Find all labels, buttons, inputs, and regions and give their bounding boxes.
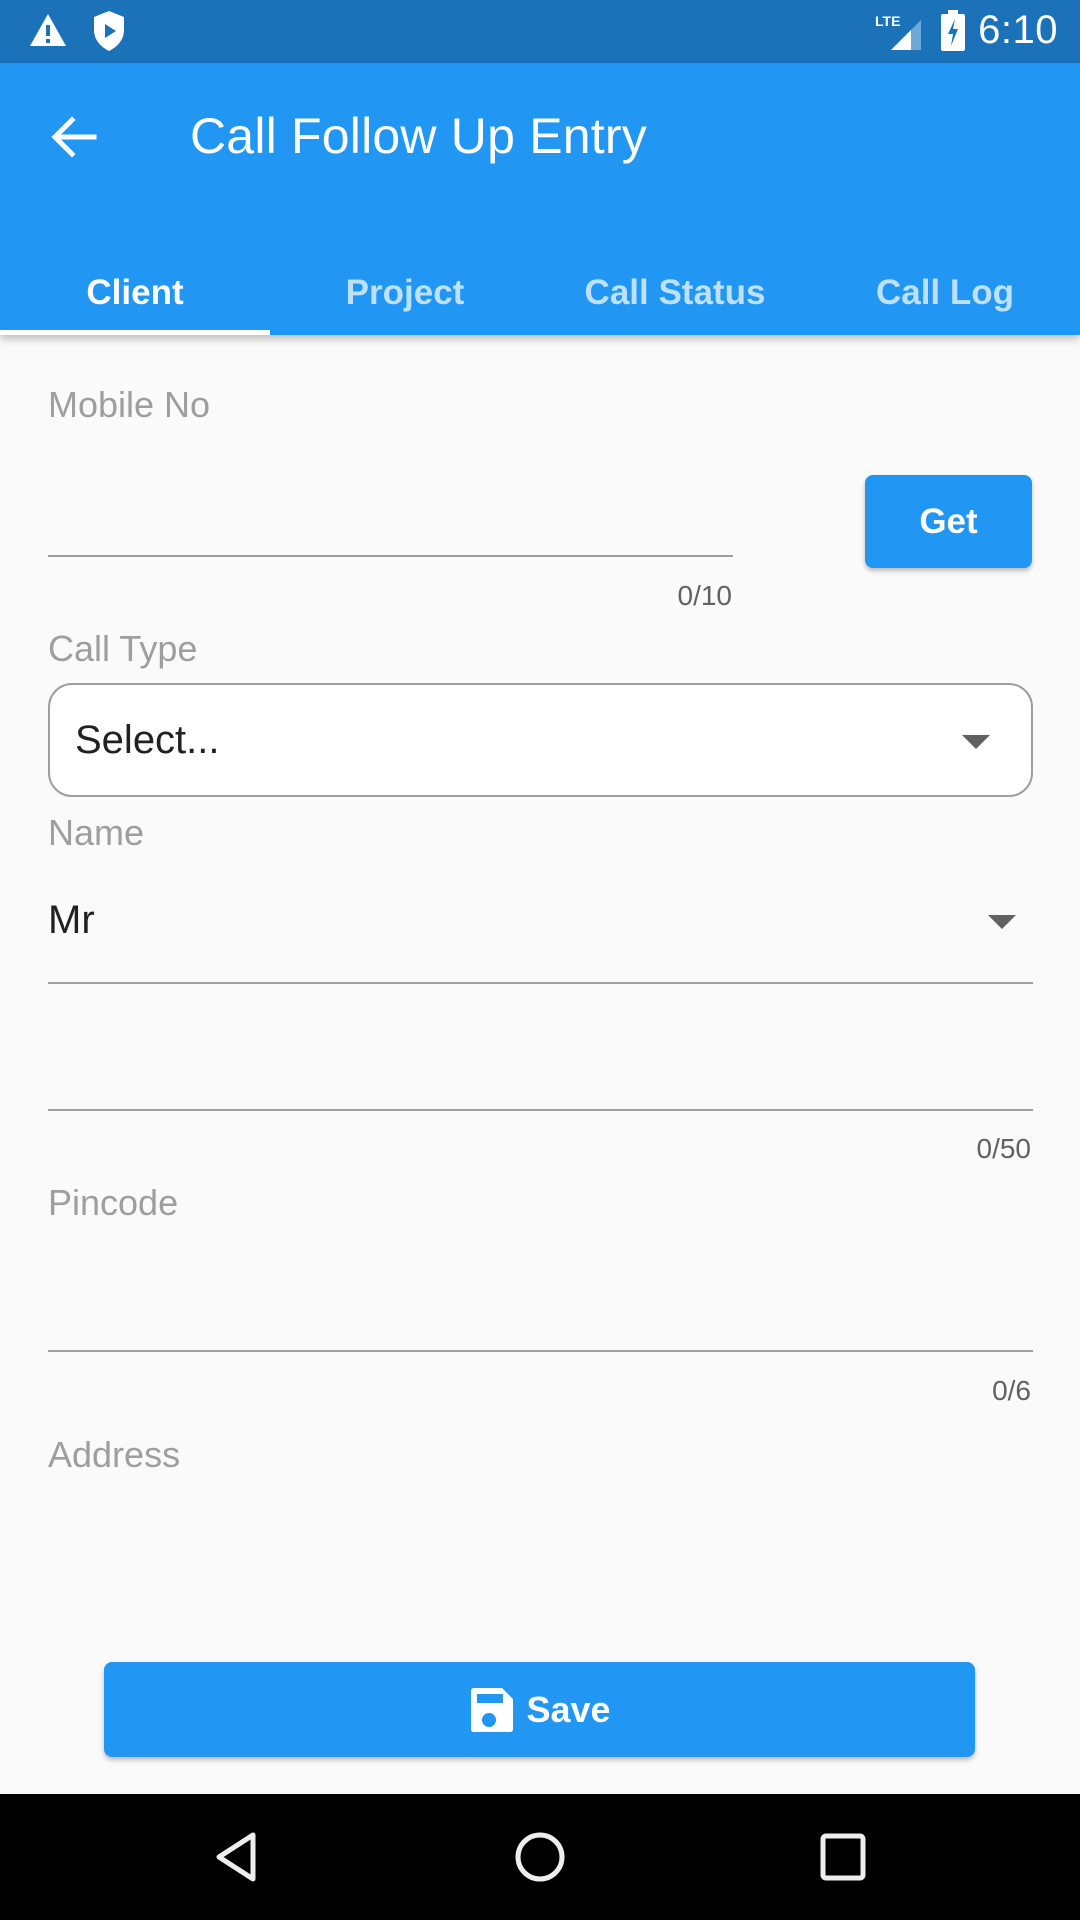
address-label: Address (48, 1434, 181, 1475)
mobile-underline (48, 555, 733, 557)
nav-home-button[interactable] (510, 1827, 570, 1887)
pincode-underline (48, 1350, 1033, 1352)
dropdown-arrow-icon (962, 735, 990, 749)
name-title-select[interactable]: Mr (48, 880, 1033, 980)
name-counter: 0/50 (976, 1133, 1032, 1164)
tab-project[interactable]: Project (270, 263, 540, 335)
pincode-label: Pincode (48, 1182, 179, 1223)
svg-text:LTE: LTE (875, 13, 900, 29)
clock: 6:10 (978, 8, 1058, 52)
save-button[interactable]: Save (104, 1662, 975, 1757)
name-title-underline (48, 982, 1033, 984)
name-underline (48, 1109, 1033, 1111)
mobile-label: Mobile No (48, 384, 211, 425)
shield-play-icon (92, 10, 126, 57)
address-input[interactable] (48, 1490, 1033, 1630)
pincode-counter: 0/6 (992, 1375, 1031, 1406)
call-type-label: Call Type (48, 628, 198, 669)
name-input[interactable] (48, 1040, 1033, 1100)
floppy-disk-icon (471, 1687, 514, 1732)
pincode-input[interactable] (48, 1282, 1033, 1342)
tab-call-log[interactable]: Call Log (810, 263, 1080, 335)
back-button[interactable] (44, 107, 104, 167)
screen: LTE 6:10 Call Follow Up Entry Client Pro… (0, 0, 1080, 1920)
mobile-input[interactable] (48, 490, 733, 550)
active-tab-indicator (0, 330, 270, 335)
mobile-counter: 0/10 (677, 580, 733, 611)
system-nav-bar (0, 1794, 1080, 1920)
name-title-value: Mr (48, 898, 95, 942)
app-bar: Call Follow Up Entry Client Project Call… (0, 63, 1080, 335)
lte-signal-icon: LTE (875, 12, 931, 57)
call-type-select[interactable]: Select... (48, 683, 1033, 797)
call-type-value: Select... (75, 718, 220, 762)
tab-call-status[interactable]: Call Status (540, 263, 810, 335)
nav-recents-icon (820, 1833, 866, 1881)
dropdown-arrow-icon (988, 915, 1016, 929)
warning-icon (28, 12, 68, 53)
nav-home-icon (515, 1832, 565, 1882)
nav-recents-button[interactable] (814, 1827, 874, 1887)
get-button[interactable]: Get (865, 475, 1032, 568)
battery-charging-icon (940, 10, 966, 57)
name-label: Name (48, 812, 145, 853)
nav-back-icon (216, 1832, 256, 1882)
tab-bar: Client Project Call Status Call Log (0, 263, 1080, 335)
arrow-back-icon (51, 116, 97, 158)
status-bar: LTE 6:10 (0, 0, 1080, 63)
nav-back-button[interactable] (205, 1827, 265, 1887)
page-title: Call Follow Up Entry (190, 108, 647, 164)
tab-client[interactable]: Client (0, 263, 270, 335)
